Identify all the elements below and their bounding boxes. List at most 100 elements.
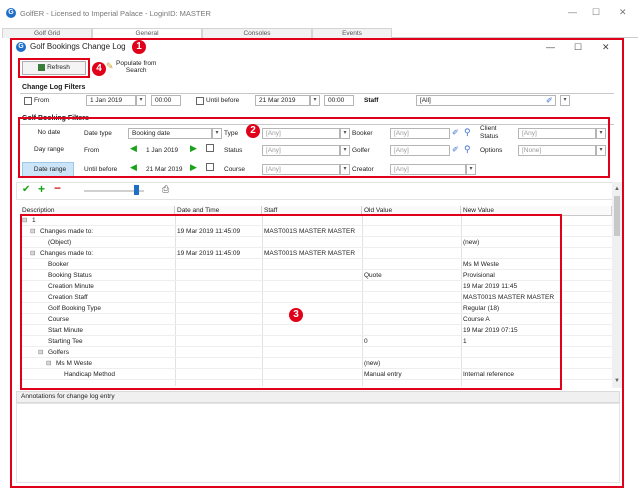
course-select[interactable]: [Any] <box>262 164 340 175</box>
cell-new: Regular (18) <box>463 305 500 312</box>
tab-general[interactable]: General <box>92 28 202 38</box>
maximize-button[interactable]: ☐ <box>592 7 600 18</box>
expand-toggle-icon[interactable]: ⊟ <box>22 216 27 226</box>
course-dropdown[interactable]: ▾ <box>340 164 350 175</box>
tab-golf-grid[interactable]: Golf Grid <box>2 28 92 38</box>
dialog-title: Golf Bookings Change Log <box>30 42 126 51</box>
eraser-icon[interactable]: ✐ <box>452 145 459 154</box>
golfer-label: Golfer <box>352 147 370 154</box>
from-checkbox[interactable] <box>24 97 32 105</box>
mode-date-range[interactable]: Date range <box>22 162 74 178</box>
status-dropdown[interactable]: ▾ <box>340 145 350 156</box>
type-dropdown[interactable]: ▾ <box>340 128 350 139</box>
from-date-dropdown[interactable]: ▾ <box>136 95 146 106</box>
divider <box>20 124 614 125</box>
col-date-time[interactable]: Date and Time <box>175 206 262 216</box>
dialog-minimize-button[interactable]: — <box>546 42 555 52</box>
mode-day-range[interactable]: Day range <box>22 143 72 157</box>
scroll-up-icon[interactable]: ▲ <box>614 186 620 192</box>
col-new-value[interactable]: New Value <box>461 206 612 216</box>
search-icon[interactable]: ⚲ <box>464 144 471 155</box>
options-select[interactable]: [None] <box>518 145 596 156</box>
table-row[interactable]: Course Course A <box>20 315 612 325</box>
expand-toggle-icon[interactable]: ⊟ <box>46 359 51 369</box>
eraser-icon[interactable]: ✐ <box>546 96 553 105</box>
until-time-input[interactable]: 00:00 <box>324 95 354 106</box>
add-icon[interactable]: + <box>38 182 45 196</box>
options-dropdown[interactable]: ▾ <box>596 145 606 156</box>
until-date-dropdown[interactable]: ▾ <box>310 95 320 106</box>
cell-new: 19 Mar 2019 07:15 <box>463 327 518 334</box>
table-row[interactable]: (Object) (new) <box>20 238 612 248</box>
until-checkbox[interactable] <box>196 97 204 105</box>
creator-select[interactable]: [Any] <box>390 164 466 175</box>
from-date-input[interactable]: 1 Jan 2019 <box>86 95 136 106</box>
golfer-input[interactable]: [Any] <box>390 145 450 156</box>
arrow-right-icon[interactable]: ▶ <box>190 162 197 173</box>
table-row[interactable]: Creation Staff MAST001S MASTER MASTER <box>20 293 612 303</box>
search-icon[interactable]: ⚲ <box>464 127 471 138</box>
annotations-title: Annotations for change log entry <box>21 393 115 400</box>
date-type-dropdown[interactable]: ▾ <box>212 128 222 139</box>
dialog-close-button[interactable]: ✕ <box>602 42 610 53</box>
table-row[interactable]: Booker Ms M Weste <box>20 260 612 270</box>
status-select[interactable]: [Any] <box>262 145 340 156</box>
cell-dt: 19 Mar 2019 11:45:09 <box>177 228 241 235</box>
table-row[interactable]: Golf Booking Type Regular (18) <box>20 304 612 314</box>
booker-input[interactable]: [Any] <box>390 128 450 139</box>
print-icon[interactable]: ⎙ <box>162 184 169 195</box>
staff-input[interactable]: [All] <box>416 95 556 106</box>
table-row[interactable]: ⊟ 1 <box>20 216 612 226</box>
day-range-date: 1 Jan 2019 <box>146 147 179 154</box>
table-row[interactable]: ⊟ Changes made to: 19 Mar 2019 11:45:09 MAS… <box>20 249 612 259</box>
mode-no-date[interactable]: No date <box>22 126 72 140</box>
arrow-left-icon[interactable]: ◀ <box>130 162 137 173</box>
tab-consoles[interactable]: Consoles <box>202 28 312 38</box>
type-select[interactable]: [Any] <box>262 128 340 139</box>
calendar-icon[interactable] <box>206 144 214 152</box>
client-status-label: Client Status <box>480 125 499 140</box>
client-status-dropdown[interactable]: ▾ <box>596 128 606 139</box>
annotations-body[interactable] <box>16 403 620 483</box>
arrow-right-icon[interactable]: ▶ <box>190 143 197 154</box>
col-description[interactable]: Description <box>20 206 175 216</box>
col-old-value[interactable]: Old Value <box>362 206 461 216</box>
table-row[interactable]: Start Minute 19 Mar 2019 07:15 <box>20 326 612 336</box>
expand-toggle-icon[interactable]: ⊟ <box>30 249 35 259</box>
table-row[interactable]: Creation Minute 19 Mar 2019 11:45 <box>20 282 612 292</box>
table-row[interactable]: Booking Status Quote Provisional <box>20 271 612 281</box>
refresh-icon <box>38 63 46 71</box>
expand-toggle-icon[interactable]: ⊟ <box>38 348 43 358</box>
refresh-button[interactable]: Refresh <box>22 61 86 75</box>
cell-dt: 19 Mar 2019 11:45:09 <box>177 250 241 257</box>
client-status-select[interactable]: [Any] <box>518 128 596 139</box>
table-row[interactable]: Starting Tee 0 1 <box>20 337 612 347</box>
table-row[interactable]: Handicap Method Manual entry Internal refe… <box>20 370 612 380</box>
from-time-input[interactable]: 00:00 <box>151 95 181 106</box>
dialog-maximize-button[interactable]: ☐ <box>574 42 582 53</box>
remove-icon[interactable]: − <box>54 181 61 195</box>
staff-dropdown[interactable]: ▾ <box>560 95 570 106</box>
calendar-icon[interactable] <box>206 163 214 171</box>
table-row[interactable]: ⊟ Changes made to: 19 Mar 2019 11:45:09 MAS… <box>20 227 612 237</box>
col-staff[interactable]: Staff <box>262 206 362 216</box>
scroll-down-icon[interactable]: ▼ <box>614 378 620 384</box>
table-row[interactable]: ⊟ Ms M Weste (new) <box>20 359 612 369</box>
app-title: GolfER - Licensed to Imperial Palace - L… <box>20 9 211 18</box>
check-icon[interactable]: ✔ <box>22 184 30 195</box>
arrow-left-icon[interactable]: ◀ <box>130 143 137 154</box>
expand-toggle-icon[interactable]: ⊟ <box>30 227 35 237</box>
type-label: Type <box>224 130 239 137</box>
until-date-input[interactable]: 21 Mar 2019 <box>255 95 310 106</box>
scroll-thumb[interactable] <box>614 196 620 236</box>
staff-label: Staff <box>364 97 379 104</box>
table-row[interactable]: ⊟ Golfers <box>20 348 612 358</box>
eraser-icon[interactable]: ✐ <box>452 128 459 137</box>
close-button[interactable]: ✕ <box>619 7 627 18</box>
date-type-select[interactable]: Booking date <box>128 128 212 139</box>
creator-dropdown[interactable]: ▾ <box>466 164 476 175</box>
tab-events[interactable]: Events <box>312 28 392 38</box>
populate-button[interactable]: Populate from Search <box>116 60 156 74</box>
zoom-slider-handle[interactable] <box>134 185 139 195</box>
minimize-button[interactable]: — <box>568 7 577 17</box>
